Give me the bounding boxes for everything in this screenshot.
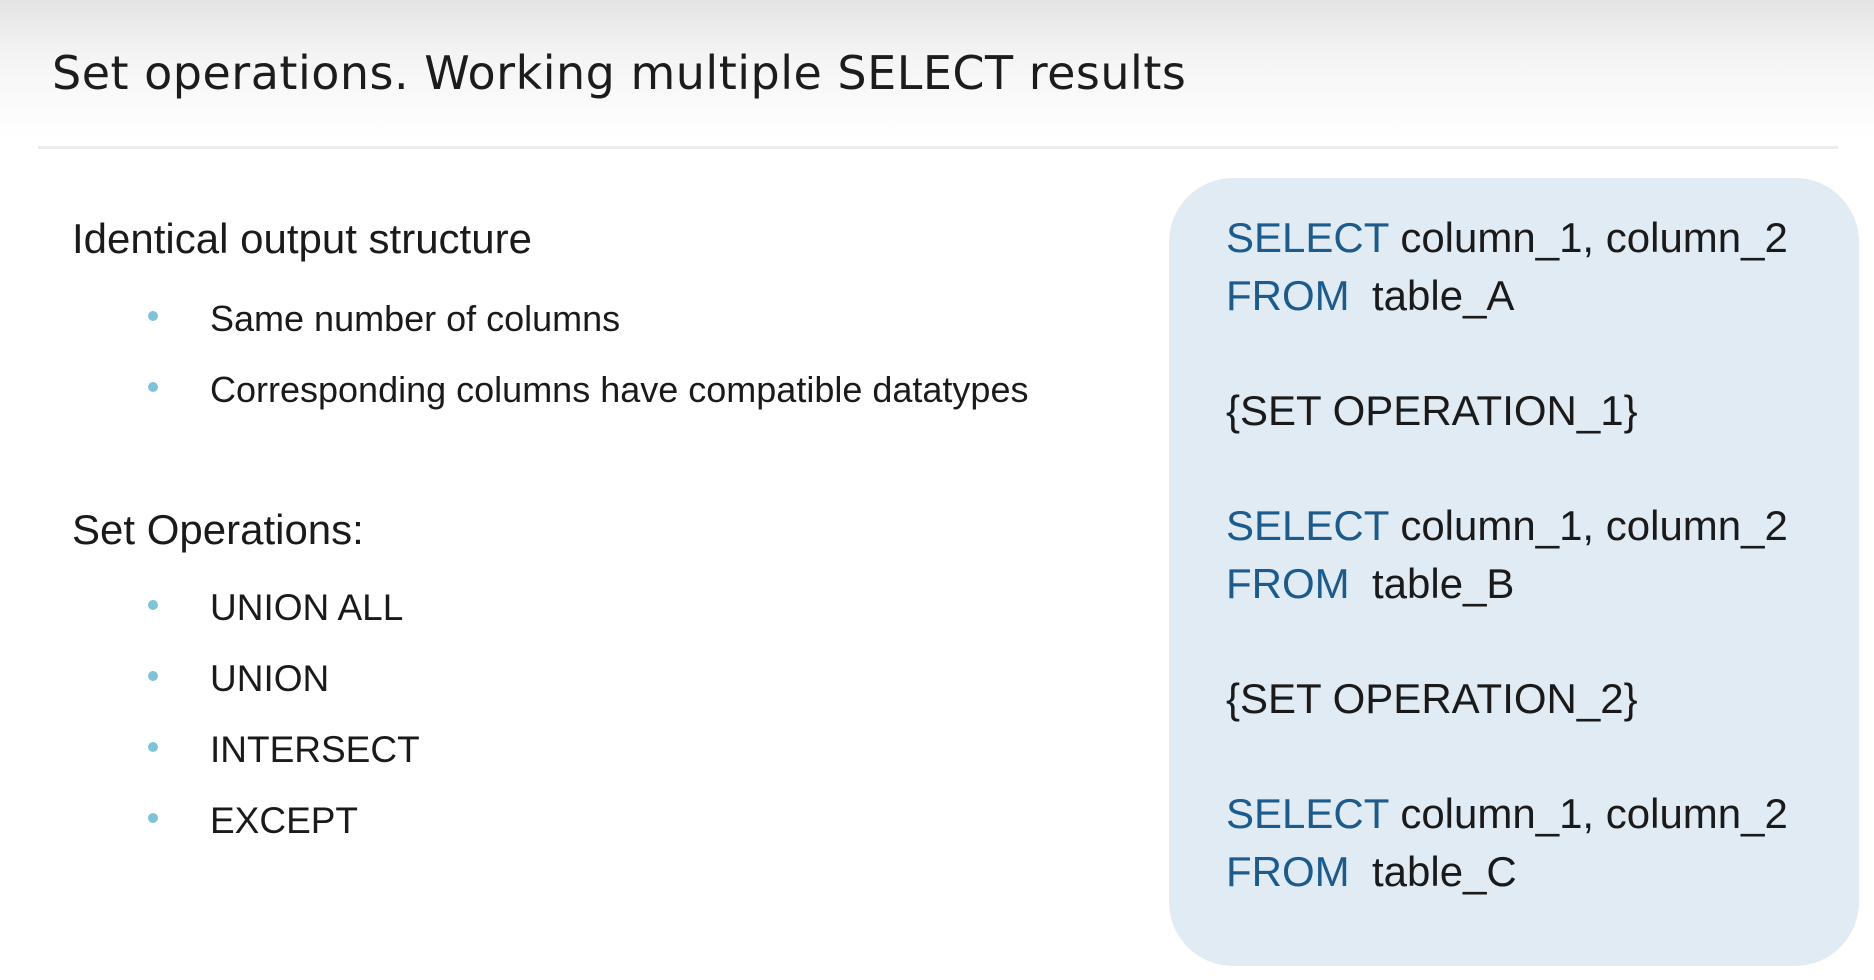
code-select-line: SELECT column_1, column_2 (1226, 502, 1788, 550)
title-divider (38, 146, 1838, 149)
bullet-text: UNION ALL (210, 586, 404, 628)
operations-heading: Set Operations: (72, 506, 364, 553)
from-keyword: FROM (1226, 560, 1350, 607)
from-keyword: FROM (1226, 272, 1350, 319)
code-from-line: FROM table_A (1226, 272, 1514, 320)
bullet-text: INTERSECT (210, 728, 420, 770)
from-keyword: FROM (1226, 848, 1350, 895)
slide-title: Set operations. Working multiple SELECT … (52, 46, 1187, 100)
bullet-text: EXCEPT (210, 799, 359, 841)
table-name: table_A (1372, 272, 1515, 319)
code-from-line: FROM table_C (1226, 848, 1517, 896)
bullet-dot-icon (148, 310, 158, 321)
sql-code-panel: SELECT column_1, column_2 FROM table_A {S… (1169, 178, 1859, 966)
column-list: column_1, column_2 (1400, 214, 1788, 261)
bullet-dot-icon (148, 599, 158, 610)
bullet-dot-icon (148, 670, 158, 681)
select-keyword: SELECT (1226, 214, 1389, 261)
structure-heading: Identical output structure (72, 215, 532, 262)
select-keyword: SELECT (1226, 502, 1389, 549)
table-name: table_B (1372, 560, 1515, 607)
column-list: column_1, column_2 (1400, 790, 1788, 837)
bullet-dot-icon (148, 812, 158, 823)
bullet-text: Same number of columns (210, 297, 621, 339)
table-name: table_C (1372, 848, 1517, 895)
set-operation-placeholder: {SET OPERATION_2} (1226, 675, 1638, 722)
bullet-dot-icon (148, 741, 158, 752)
bullet-text: UNION (210, 657, 330, 699)
code-select-line: SELECT column_1, column_2 (1226, 214, 1788, 262)
set-operation-placeholder: {SET OPERATION_1} (1226, 387, 1638, 434)
bullet-dot-icon (148, 381, 158, 392)
select-keyword: SELECT (1226, 790, 1389, 837)
bullet-text: Corresponding columns have compatible da… (210, 368, 1029, 410)
code-select-line: SELECT column_1, column_2 (1226, 790, 1788, 838)
column-list: column_1, column_2 (1400, 502, 1788, 549)
code-from-line: FROM table_B (1226, 560, 1514, 608)
